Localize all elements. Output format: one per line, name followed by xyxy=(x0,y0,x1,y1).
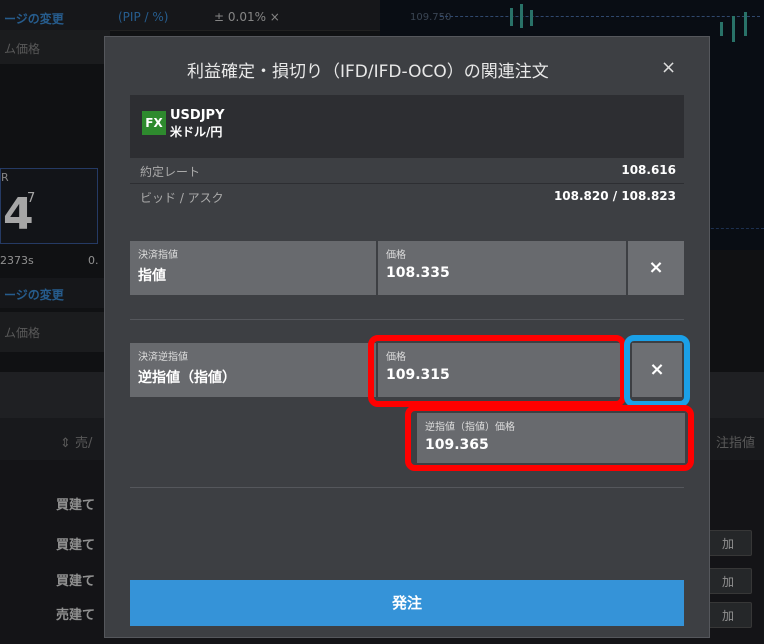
highlight-stop-price xyxy=(368,335,626,407)
dialog-title: 利益確定・損切り（IFD/IFD-OCO）の関連注文 xyxy=(187,62,549,82)
close-icon[interactable]: × xyxy=(661,57,676,78)
bid-ask-value: 108.820 / 108.823 xyxy=(553,189,676,203)
limit-price-field[interactable]: 価格 108.335 xyxy=(378,241,626,295)
contract-rate-value: 108.616 xyxy=(621,163,676,177)
divider xyxy=(130,319,684,320)
highlight-stop-limit-price xyxy=(405,405,694,471)
bid-ask-label: ビッド / アスク xyxy=(140,191,224,205)
highlight-remove-button xyxy=(624,335,690,407)
bid-ask-row: ビッド / アスク 108.820 / 108.823 xyxy=(130,183,684,210)
currency-pair-card: FX USDJPY 米ドル/円 xyxy=(130,95,684,157)
divider xyxy=(130,487,684,488)
stop-order-type[interactable]: 決済逆指値 逆指値（指値） xyxy=(130,343,376,397)
submit-order-button[interactable]: 発注 xyxy=(130,580,684,626)
contract-rate-label: 約定レート xyxy=(140,165,201,179)
pair-symbol: USDJPY xyxy=(170,108,225,123)
fx-badge-icon: FX xyxy=(142,111,166,135)
remove-limit-order-button[interactable]: × xyxy=(628,241,684,295)
pair-name: 米ドル/円 xyxy=(170,125,223,139)
contract-rate-row: 約定レート 108.616 xyxy=(130,157,684,184)
limit-order-type[interactable]: 決済指値 指値 xyxy=(130,241,376,295)
